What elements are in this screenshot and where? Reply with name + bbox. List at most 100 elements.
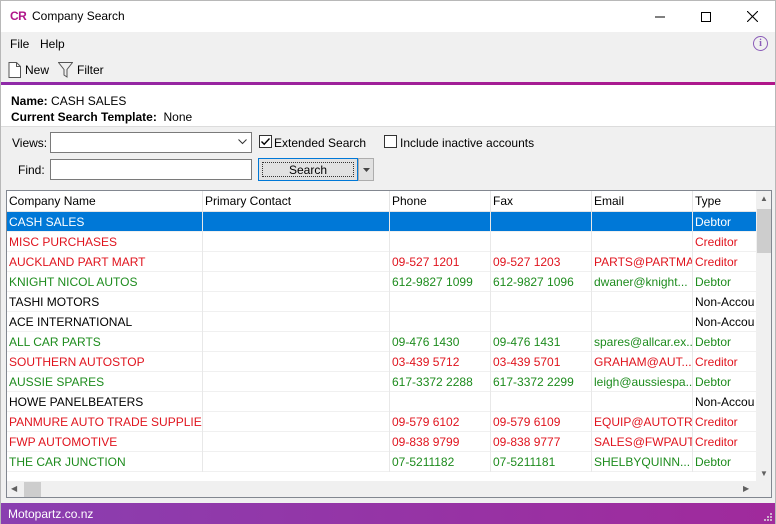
column-header-type[interactable]: Type [693,191,757,212]
cell-type: Debtor [693,332,757,352]
cell-email: dwaner@knight... [592,272,693,292]
status-bar: Motopartz.co.nz [1,503,775,524]
filter-icon [58,62,73,78]
menu-bar: File Help [1,32,775,56]
include-inactive-label[interactable]: Include inactive accounts [400,136,534,150]
cell-email [592,292,693,312]
cell-type: Creditor [693,352,757,372]
cell-phone: 617-3372 2288 [390,372,491,392]
scroll-down-icon[interactable]: ▼ [760,469,768,478]
cell-email [592,232,693,252]
template-value: None [163,110,193,124]
horizontal-scrollbar[interactable]: ◀ ▶ [7,481,756,497]
column-header-company-name[interactable]: Company Name [7,191,203,212]
views-label: Views: [12,136,48,150]
table-row[interactable]: AUSSIE SPARES 617-3372 2288 617-3372 2299 l… [7,372,757,392]
menu-file[interactable]: File [10,37,29,51]
cell-type: Non-Accou [693,292,757,312]
table-row[interactable]: SOUTHERN AUTOSTOP 03-439 5712 03-439 5701 G… [7,352,757,372]
menu-help[interactable]: Help [40,37,65,51]
maximize-button[interactable] [683,1,729,32]
info-icon[interactable]: i [753,36,768,51]
cell-email [592,212,693,232]
cell-type: Debtor [693,272,757,292]
table-row[interactable]: THE CAR JUNCTION 07-5211182 07-5211181 SHEL… [7,452,757,472]
column-header-phone[interactable]: Phone [390,191,491,212]
cell-primary-contact [203,372,390,392]
table-row[interactable]: ACE INTERNATIONAL Non-Accou [7,312,757,332]
cell-type: Debtor [693,372,757,392]
column-header-primary-contact[interactable]: Primary Contact [203,191,390,212]
extended-search-label[interactable]: Extended Search [274,136,366,150]
cell-fax: 612-9827 1096 [491,272,592,292]
scroll-right-icon[interactable]: ▶ [743,484,749,493]
cell-primary-contact [203,352,390,372]
table-row[interactable]: FWP AUTOMOTIVE 09-838 9799 09-838 9777 SALE… [7,432,757,452]
company-search-window: CR Company Search File Help i New Filter… [0,0,776,524]
chevron-down-icon [238,139,247,145]
table-row[interactable]: ALL CAR PARTS 09-476 1430 09-476 1431 spare… [7,332,757,352]
filter-button[interactable]: Filter [58,60,104,80]
cell-type: Non-Accou [693,392,757,412]
cell-type: Creditor [693,252,757,272]
search-button[interactable]: Search [258,158,358,181]
column-header-fax[interactable]: Fax [491,191,592,212]
cell-phone: 09-838 9799 [390,432,491,452]
new-button[interactable]: New [8,60,49,80]
scrollbar-corner [756,481,771,497]
table-row[interactable]: TASHI MOTORS Non-Accou [7,292,757,312]
window-title: Company Search [32,9,125,23]
cell-fax: 09-838 9777 [491,432,592,452]
table-row[interactable]: KNIGHT NICOL AUTOS 612-9827 1099 612-9827 … [7,272,757,292]
cell-type: Creditor [693,232,757,252]
cell-company-name: HOWE PANELBEATERS [7,392,203,412]
caret-down-icon [362,167,370,172]
close-button[interactable] [729,1,775,32]
cell-fax [491,292,592,312]
vertical-scrollbar[interactable]: ▲ ▼ [756,191,771,481]
cell-phone [390,392,491,412]
cell-type: Creditor [693,412,757,432]
name-label: Name: [11,94,48,108]
column-header-email[interactable]: Email [592,191,693,212]
scroll-left-icon[interactable]: ◀ [11,484,17,493]
cell-company-name: ACE INTERNATIONAL [7,312,203,332]
cell-primary-contact [203,412,390,432]
table-row[interactable]: PANMURE AUTO TRADE SUPPLIERS 09-579 6102 0… [7,412,757,432]
extended-search-checkbox[interactable] [259,135,272,148]
table-row[interactable]: AUCKLAND PART MART 09-527 1201 09-527 1203… [7,252,757,272]
cell-company-name: FWP AUTOMOTIVE [7,432,203,452]
table-row[interactable]: HOWE PANELBEATERS Non-Accou [7,392,757,412]
toolbar: New Filter [1,56,775,83]
resize-grip-icon[interactable] [763,512,773,522]
cell-company-name: ALL CAR PARTS [7,332,203,352]
cell-email: SALES@FWPAUT... [592,432,693,452]
cell-email: leigh@aussiespa... [592,372,693,392]
find-label: Find: [18,163,45,177]
cell-fax: 617-3372 2299 [491,372,592,392]
cell-type: Debtor [693,452,757,472]
scroll-up-icon[interactable]: ▲ [760,194,768,203]
cell-fax: 09-476 1431 [491,332,592,352]
cell-phone [390,292,491,312]
cell-fax [491,312,592,332]
horizontal-scroll-thumb[interactable] [24,482,41,497]
maximize-icon [701,11,711,22]
cell-company-name: PANMURE AUTO TRADE SUPPLIERS [7,412,203,432]
search-options-dropdown[interactable] [358,158,374,181]
status-text: Motopartz.co.nz [8,507,94,521]
cell-fax: 09-579 6109 [491,412,592,432]
minimize-button[interactable] [637,1,683,32]
vertical-scroll-thumb[interactable] [757,209,771,253]
find-input[interactable] [50,159,252,180]
table-row[interactable]: CASH SALES Debtor [7,212,757,232]
cell-email: PARTS@PARTMA... [592,252,693,272]
table-row[interactable]: MISC PURCHASES Creditor [7,232,757,252]
cell-company-name: CASH SALES [7,212,203,232]
include-inactive-checkbox[interactable] [384,135,397,148]
views-dropdown[interactable] [50,132,252,153]
cell-company-name: TASHI MOTORS [7,292,203,312]
cell-email [592,312,693,332]
cell-primary-contact [203,432,390,452]
title-bar[interactable]: CR Company Search [1,1,775,32]
